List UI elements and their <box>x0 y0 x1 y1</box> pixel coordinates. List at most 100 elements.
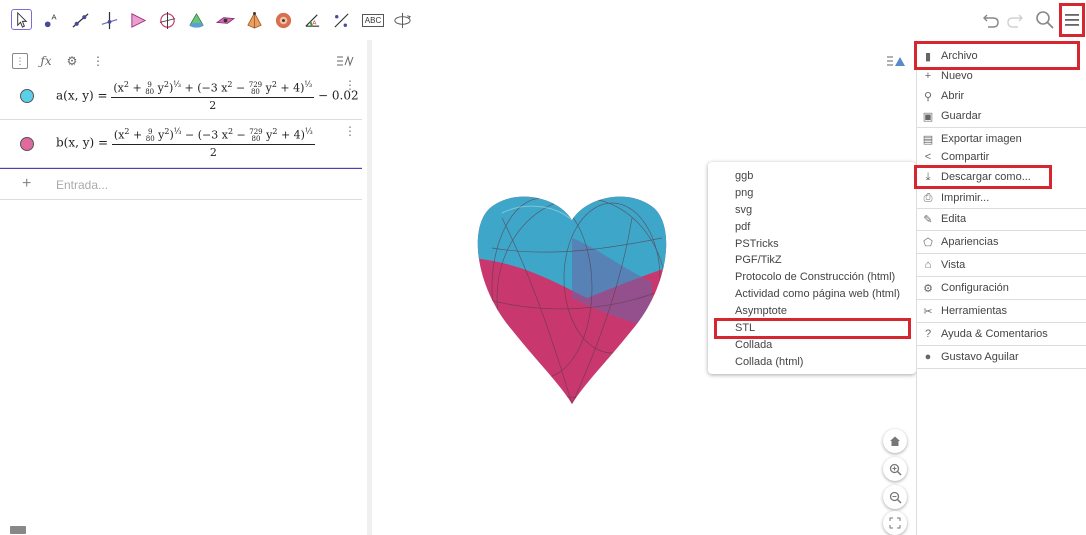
home-icon: ⌂ <box>924 259 932 271</box>
menu-divider <box>917 230 1086 231</box>
menu-divider <box>917 368 1086 369</box>
line-tool[interactable] <box>70 10 91 31</box>
zoom-out-icon <box>889 491 902 504</box>
menu-item-imprimir[interactable]: ⎙ Imprimir... <box>917 188 1086 210</box>
download-ggb[interactable]: ggb <box>735 170 753 182</box>
menu-divider <box>917 127 1086 128</box>
algebra-more-button[interactable]: ⋮ <box>90 53 106 69</box>
svg-text:A: A <box>313 20 317 26</box>
algebra-style-bar-button[interactable] <box>335 53 355 69</box>
search-button[interactable] <box>1034 6 1056 34</box>
zoom-in-icon <box>889 463 902 476</box>
algebra-settings-button[interactable]: ⚙ <box>64 53 80 69</box>
sphere-icon <box>275 12 292 29</box>
rotate-view-icon <box>394 12 411 29</box>
row-b-more-button[interactable]: ⋮ <box>344 124 356 138</box>
keyboard-icon[interactable] <box>10 526 26 534</box>
visibility-toggle-b[interactable] <box>20 137 34 151</box>
visibility-toggle-a[interactable] <box>20 89 34 103</box>
archivo-highlight-box <box>914 41 1080 70</box>
download-collada-html[interactable]: Collada (html) <box>735 356 803 368</box>
cursor-arrow-icon <box>17 11 28 28</box>
download-web-activity[interactable]: Actividad como página web (html) <box>735 288 900 300</box>
formula-b-fraction: (x2 + 9 80 y2)⅓ − (−3 x2 − 729 80 y2 + 4)⅓… <box>111 127 315 159</box>
perspectives-icon: ⬠ <box>923 236 933 249</box>
menu-item-herramientas[interactable]: ✂ Herramientas <box>917 301 1086 323</box>
perpendicular-line-tool[interactable] <box>99 10 120 31</box>
print-icon: ⎙ <box>923 191 933 204</box>
hamburger-menu-icon <box>1065 14 1079 26</box>
rotate-view-tool[interactable] <box>392 10 413 31</box>
polygon-icon <box>131 13 147 28</box>
text-tool-label: ABC <box>361 14 385 27</box>
plus-icon: + <box>22 175 32 192</box>
menu-item-apariencias[interactable]: ⬠ Apariencias <box>917 232 1086 254</box>
descargar-highlight-box <box>914 165 1052 189</box>
fullscreen-button[interactable] <box>883 511 907 535</box>
pyramid-tool[interactable] <box>244 10 265 31</box>
heart-surface[interactable] <box>472 188 672 408</box>
plane-tool[interactable] <box>215 10 236 31</box>
algebra-header: ⋮ ƒx ⚙ ⋮ <box>0 50 368 74</box>
help-icon: ? <box>924 328 932 340</box>
menu-item-guardar[interactable]: ▣ Guardar <box>917 106 1086 128</box>
circle-axis-icon <box>159 11 176 30</box>
menu-item-edita[interactable]: ✎ Edita <box>917 209 1086 231</box>
reflect-tool[interactable] <box>331 10 352 31</box>
redo-icon <box>1007 14 1023 28</box>
formula-b: b(x, y) = (x2 + 9 80 y2)⅓ − (−3 x2 − 729 8… <box>56 127 315 159</box>
menu-item-ayuda[interactable]: ? Ayuda & Comentarios <box>917 324 1086 346</box>
text-tool[interactable]: ABC <box>360 10 386 31</box>
menu-divider <box>917 345 1086 346</box>
pyramid-icon <box>247 11 262 29</box>
polygon-tool[interactable] <box>128 10 149 31</box>
algebra-input-row[interactable]: + Entrada... <box>0 168 362 200</box>
download-pstricks[interactable]: PSTricks <box>735 238 779 250</box>
more-vertical-icon: ⋮ <box>92 54 104 68</box>
zoom-in-button[interactable] <box>883 457 907 481</box>
download-collada[interactable]: Collada <box>735 339 772 351</box>
algebra-sort-button[interactable]: ⋮ <box>12 53 28 69</box>
graphics-style-bar-button[interactable] <box>882 50 910 72</box>
plane-icon <box>216 17 235 24</box>
main-menu-button[interactable] <box>1059 3 1085 37</box>
circle-axis-tool[interactable] <box>157 10 178 31</box>
move-tool[interactable] <box>11 9 32 30</box>
sphere-tool[interactable] <box>273 10 294 31</box>
stl-highlight-box <box>714 318 911 339</box>
download-pgf-tikz[interactable]: PGF/TikZ <box>735 254 782 266</box>
fullscreen-icon <box>889 517 901 529</box>
algebra-description-button[interactable]: ƒx <box>38 53 54 69</box>
menu-item-vista[interactable]: ⌂ Vista <box>917 255 1086 277</box>
line-icon <box>72 13 89 28</box>
formula-a-lhs: a(x, y) = <box>56 88 108 103</box>
angle-tool[interactable]: A <box>302 10 323 31</box>
zoom-out-button[interactable] <box>883 485 907 509</box>
download-svg[interactable]: svg <box>735 204 752 216</box>
download-pdf[interactable]: pdf <box>735 221 750 233</box>
sort-icon: ⋮ <box>15 55 25 66</box>
algebra-row-b[interactable]: b(x, y) = (x2 + 9 80 y2)⅓ − (−3 x2 − 729 8… <box>0 120 362 168</box>
plus-icon: + <box>924 70 932 82</box>
cone-tool[interactable] <box>186 10 207 31</box>
menu-item-abrir[interactable]: ⚲ Abrir <box>917 86 1086 108</box>
redo-button[interactable] <box>1004 6 1026 34</box>
algebra-view: ⋮ ƒx ⚙ ⋮ a(x, y) = (x2 + 9 80 y2)⅓ + (−3 … <box>0 40 368 535</box>
menu-item-user[interactable]: ● Gustavo Aguilar <box>917 347 1086 369</box>
algebra-row-a[interactable]: a(x, y) = (x2 + 9 80 y2)⅓ + (−3 x2 − 729 8… <box>0 74 362 120</box>
gear-icon: ⚙ <box>66 54 78 68</box>
download-png[interactable]: png <box>735 187 753 199</box>
main-menu-panel: ▮ Archivo + Nuevo ⚲ Abrir ▣ Guardar ▤ Ex… <box>916 40 1086 535</box>
row-a-more-button[interactable]: ⋮ <box>344 78 356 92</box>
point-icon: A <box>44 13 58 28</box>
point-tool[interactable]: A <box>41 10 62 31</box>
menu-item-configuracion[interactable]: ⚙ Configuración <box>917 278 1086 300</box>
geogebra-app: A A ABC ⋮ ƒx ⚙ ⋮ a(x, y) = (x2 + 9 80 y2… <box>0 0 1086 535</box>
undo-button[interactable] <box>980 6 1002 34</box>
cone-icon <box>189 13 204 28</box>
menu-divider <box>917 322 1086 323</box>
download-asymptote[interactable]: Asymptote <box>735 305 787 317</box>
download-construction-protocol[interactable]: Protocolo de Construcción (html) <box>735 271 895 283</box>
save-icon: ▣ <box>922 110 934 123</box>
standard-view-button[interactable] <box>883 429 907 453</box>
